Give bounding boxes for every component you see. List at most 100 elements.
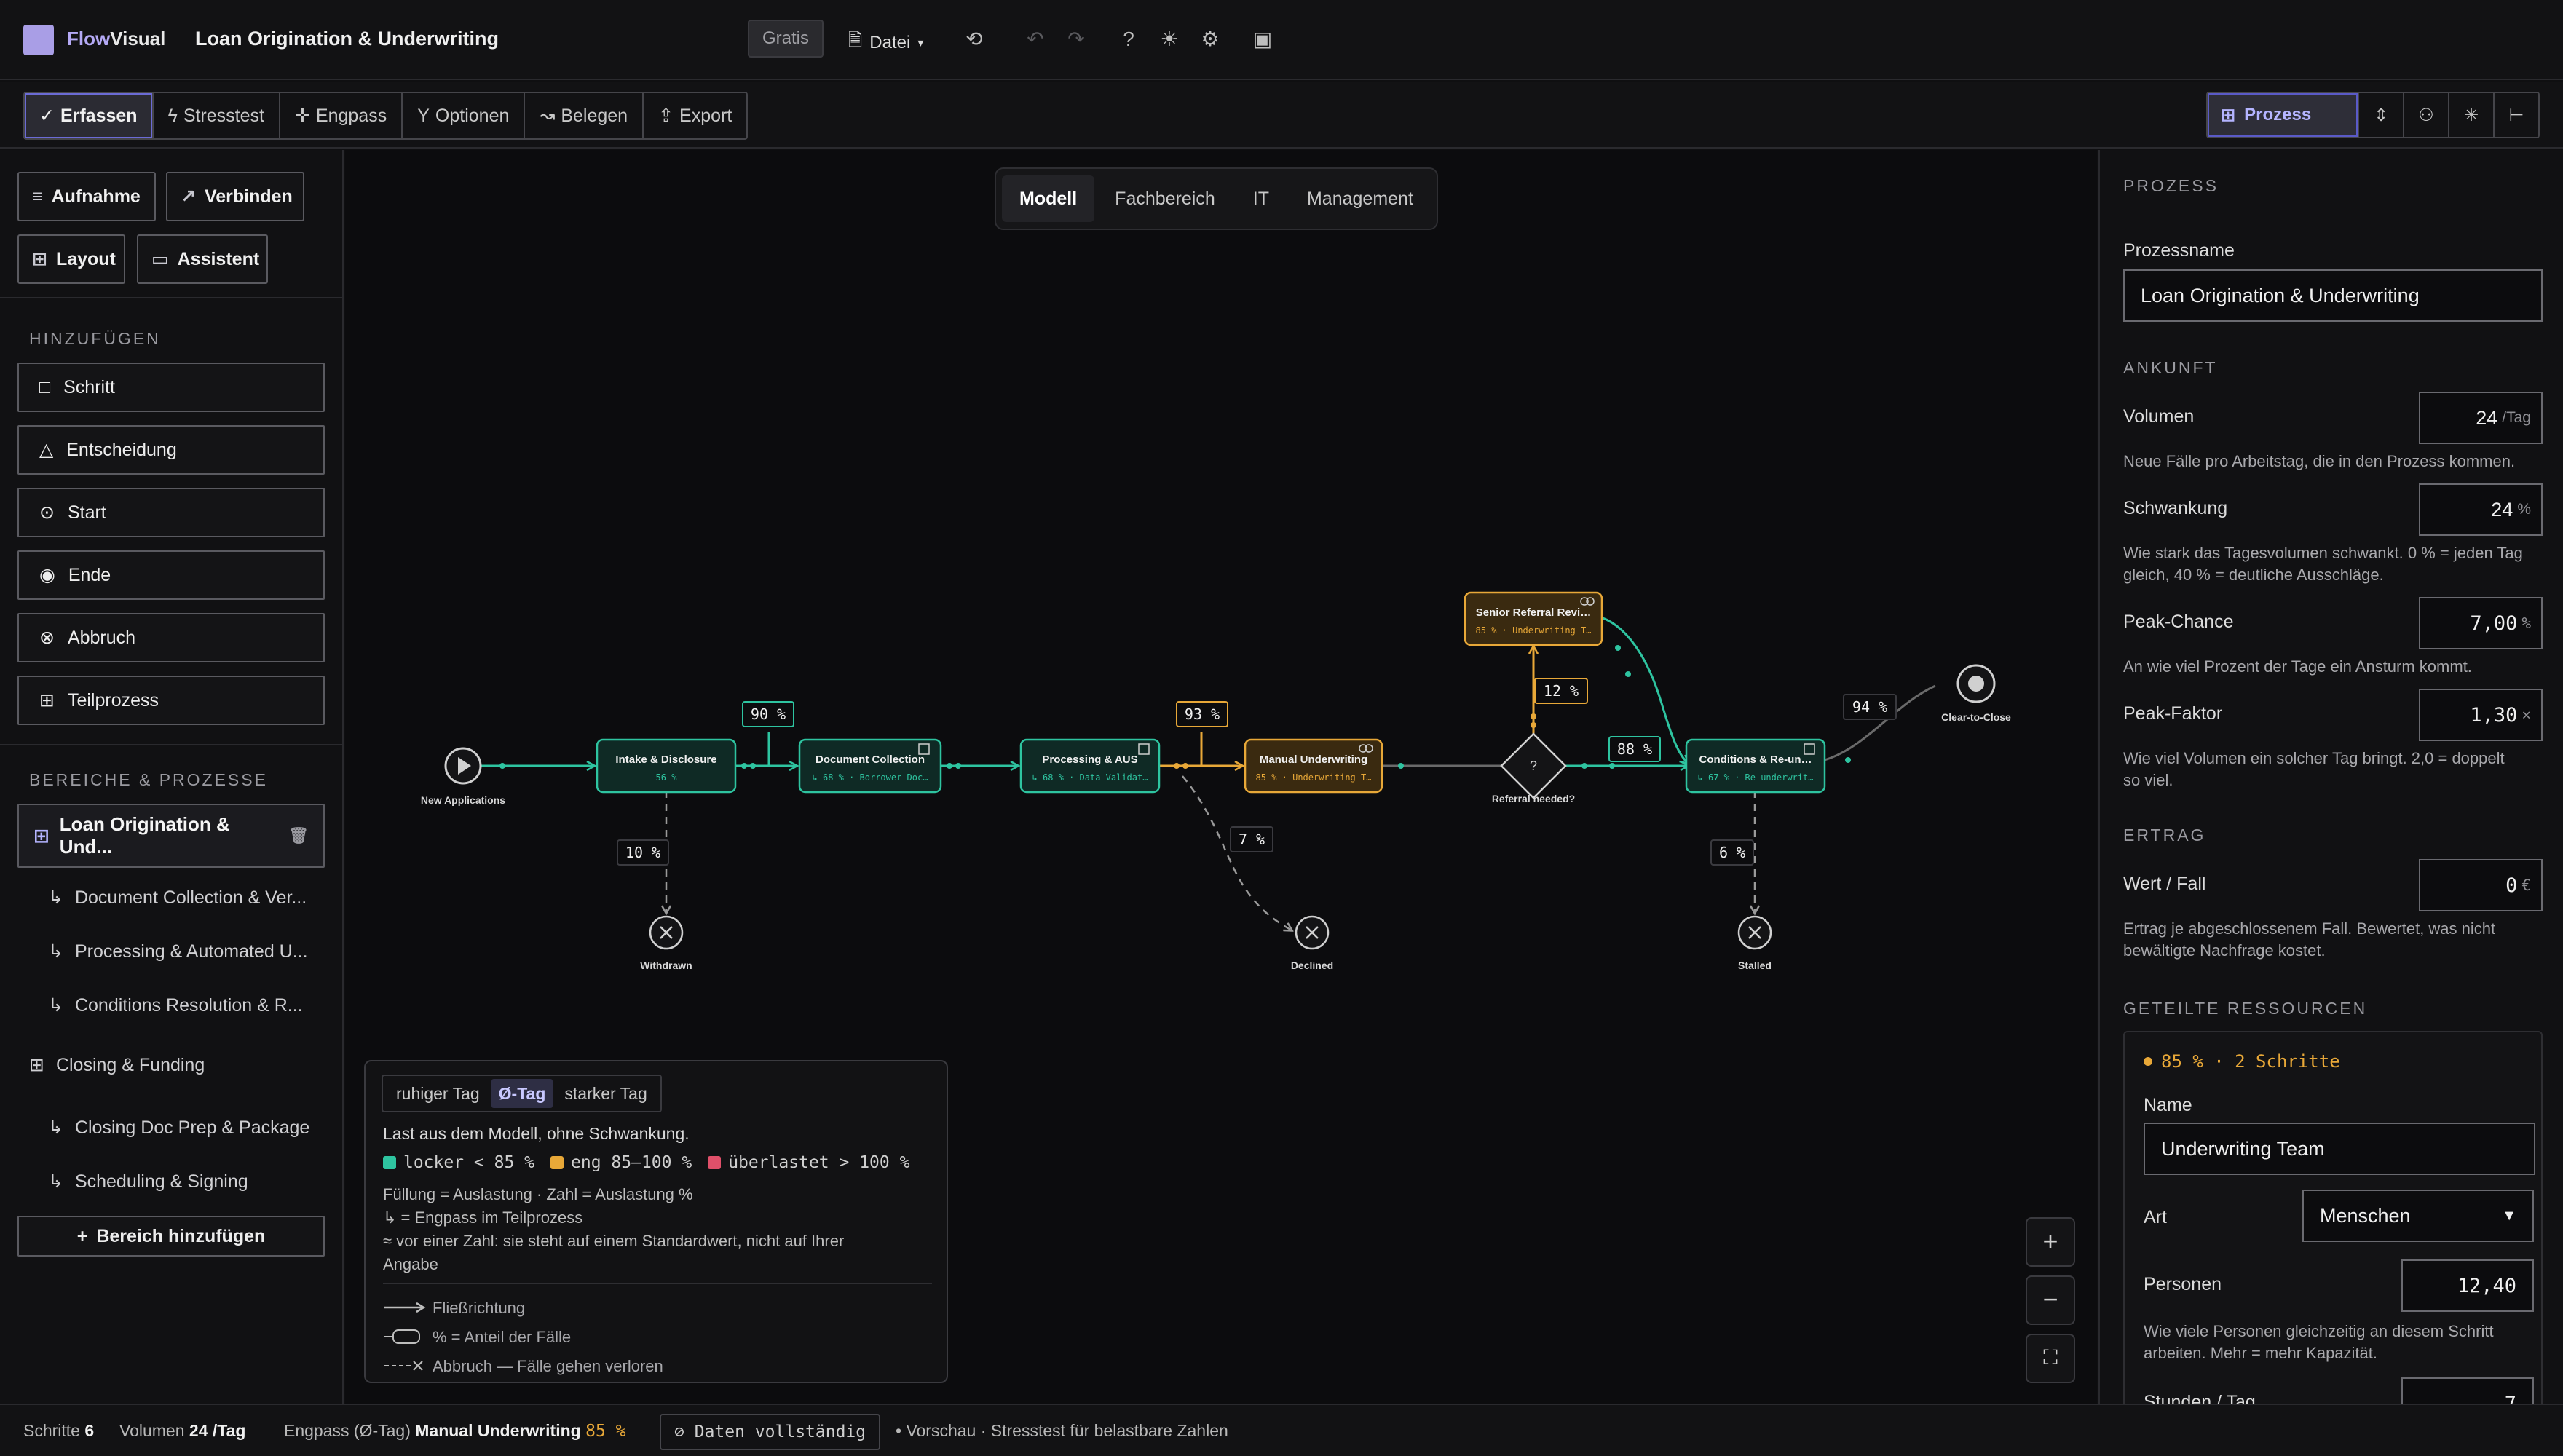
plan-badge[interactable]: Gratis: [748, 20, 824, 58]
aufnahme-button[interactable]: ≡ Aufnahme: [17, 172, 156, 221]
decision-label: Referral needed?: [1492, 793, 1575, 804]
undo-icon[interactable]: ↶: [1021, 25, 1050, 54]
add-label: Schritt: [63, 376, 115, 397]
presentation-icon[interactable]: ▣: [1248, 25, 1277, 54]
mode-belegen-button[interactable]: ↝ Belegen: [525, 93, 644, 138]
plus-icon: +: [76, 1225, 88, 1246]
mode-label: Optionen: [435, 105, 510, 126]
pct-label[interactable]: 88 %: [1608, 736, 1661, 762]
flow-dot: [1398, 763, 1404, 769]
step-processing-aus[interactable]: Processing & AUS ↳ 68 % · Data Validat…: [1019, 738, 1161, 794]
pct-label[interactable]: 7 %: [1230, 826, 1273, 852]
resource-name-input[interactable]: Underwriting Team: [2144, 1123, 2535, 1175]
zoom-out-button[interactable]: −: [2026, 1275, 2075, 1325]
tree-label: Loan Origination & Und...: [59, 813, 230, 858]
add-end-button[interactable]: ◉ Ende: [17, 550, 325, 600]
add-decision-button[interactable]: △ Entscheidung: [17, 425, 325, 475]
check-icon: ✓: [39, 106, 55, 126]
decision-node[interactable]: ? Referral needed?: [1492, 732, 1575, 804]
view-network-button[interactable]: ✳: [2448, 93, 2493, 137]
day-quiet-button[interactable]: ruhiger Tag: [389, 1079, 487, 1108]
end-node[interactable]: Clear-to-Close: [1941, 664, 2011, 723]
add-start-button[interactable]: ⊙ Start: [17, 488, 325, 537]
step-manual-underwriting[interactable]: Manual Underwriting 85 % · Underwriting …: [1244, 738, 1383, 794]
tree-subprocess-item[interactable]: ↳ Processing & Automated U...: [48, 941, 308, 962]
abort-withdrawn-node[interactable]: Withdrawn: [640, 915, 692, 971]
flow-dot: [741, 763, 747, 769]
history-icon[interactable]: ⟲: [960, 25, 989, 54]
add-step-button[interactable]: □ Schritt: [17, 363, 325, 412]
start-node[interactable]: New Applications: [421, 747, 505, 806]
view-team-button[interactable]: ⚇: [2403, 93, 2448, 137]
swing-input[interactable]: 24%: [2419, 483, 2543, 536]
subprocess-icon: ⊞: [39, 690, 55, 711]
redo-icon[interactable]: ↷: [1062, 25, 1091, 54]
resource-hours-input[interactable]: 7: [2401, 1377, 2534, 1404]
help-icon[interactable]: ?: [1114, 25, 1143, 54]
view-process-button[interactable]: ⊞ Prozess: [2208, 93, 2358, 137]
mode-export-button[interactable]: ⇪ Export: [644, 93, 746, 138]
step-senior-referral[interactable]: Senior Referral Revi… 85 % · Underwritin…: [1464, 591, 1603, 646]
tree-area-item[interactable]: ⊞ Closing & Funding: [29, 1054, 205, 1076]
status-bar: Schritte 6 Volumen 24 /Tag Engpass (Ø-Ta…: [0, 1404, 2563, 1456]
resource-people-value: 12,40: [2457, 1274, 2516, 1297]
fit-view-button[interactable]: ⛶: [2026, 1334, 2075, 1383]
settings-gear-icon[interactable]: ⚙: [1196, 25, 1225, 54]
mode-optionen-button[interactable]: Y Optionen: [403, 93, 526, 138]
step-document-collection[interactable]: Document Collection ↳ 68 % · Borrower Do…: [798, 738, 942, 794]
abort-stalled-node[interactable]: Stalled: [1737, 915, 1772, 971]
value-per-case-input[interactable]: 0 €: [2419, 859, 2543, 911]
layout-button[interactable]: ⊞ Layout: [17, 234, 125, 284]
day-busy-button[interactable]: starker Tag: [557, 1079, 654, 1108]
start-label: New Applications: [421, 794, 505, 806]
resource-summary: 85 % · 2 Schritte: [2144, 1051, 2340, 1072]
pct-label[interactable]: 93 %: [1176, 701, 1228, 727]
pct-label[interactable]: 94 %: [1843, 694, 1897, 720]
mode-stresstest-button[interactable]: ϟ Stresstest: [154, 93, 280, 138]
pct-label[interactable]: 90 %: [742, 701, 794, 727]
tree-subprocess-item[interactable]: ↳ Conditions Resolution & R...: [48, 994, 303, 1016]
process-flow-diagram: New Applications Intake & Disclosure 56 …: [421, 591, 2011, 971]
trash-icon[interactable]: 🗑: [288, 826, 309, 845]
add-subprocess-button[interactable]: ⊞ Teilprozess: [17, 676, 325, 725]
shared-resource-card: 85 % · 2 Schritte Name Underwriting Team…: [2123, 1031, 2543, 1404]
tree-subprocess-item[interactable]: ↳ Scheduling & Signing: [48, 1171, 248, 1192]
volume-input[interactable]: 24/Tag: [2419, 392, 2543, 444]
tree-icon: ⊢: [2508, 105, 2524, 125]
add-area-button[interactable]: + Bereich hinzufügen: [17, 1216, 325, 1257]
mode-erfassen-button[interactable]: ✓ Erfassen: [25, 93, 154, 138]
process-name-input[interactable]: Loan Origination & Underwriting: [2123, 269, 2543, 322]
pct-label[interactable]: 10 %: [617, 839, 669, 866]
add-abort-button[interactable]: ⊗ Abbruch: [17, 613, 325, 662]
mode-label: Erfassen: [60, 105, 138, 126]
peak-factor-input[interactable]: 1,30 ×: [2419, 689, 2543, 741]
view-tree-button[interactable]: ⊢: [2493, 93, 2538, 137]
add-label: Teilprozess: [67, 689, 159, 711]
process-name-label: Prozessname: [2123, 240, 2235, 261]
process-name-value: Loan Origination & Underwriting: [2141, 284, 2420, 306]
peak-chance-input[interactable]: 7,00%: [2419, 597, 2543, 649]
day-average-button[interactable]: Ø-Tag: [491, 1079, 553, 1108]
assistent-button[interactable]: ▭ Assistent: [137, 234, 268, 284]
tree-subprocess-item[interactable]: ↳ Closing Doc Prep & Package: [48, 1117, 309, 1139]
tree-selected-process[interactable]: ⊞ Loan Origination & Und... 🗑: [17, 804, 325, 868]
step-conditions[interactable]: Conditions & Re-un… ↳ 67 % · Re-underwri…: [1685, 738, 1826, 794]
resource-people-input[interactable]: 12,40: [2401, 1259, 2534, 1312]
step-intake[interactable]: Intake & Disclosure 56 %: [596, 738, 737, 794]
verbinden-button[interactable]: ↗ Verbinden: [166, 172, 304, 221]
pct-label[interactable]: 12 %: [1534, 678, 1588, 704]
process-canvas[interactable]: Modell Fachbereich IT Management New App…: [345, 150, 2097, 1404]
view-expand-button[interactable]: ⇕: [2358, 93, 2403, 137]
mode-engpass-button[interactable]: ✛ Engpass: [280, 93, 403, 138]
step-title: Senior Referral Revi…: [1476, 606, 1591, 619]
connect-icon: ↗: [181, 186, 196, 207]
file-menu-button[interactable]: 🗎 Datei ▾: [848, 28, 923, 58]
yield-section-label: ERTRAG: [2123, 826, 2206, 844]
data-complete-chip[interactable]: ⊘ Daten vollständig: [660, 1414, 881, 1450]
tree-subprocess-item[interactable]: ↳ Document Collection & Ver...: [48, 887, 307, 909]
abort-declined-node[interactable]: Declined: [1291, 915, 1333, 971]
resource-type-select[interactable]: Menschen ▼: [2302, 1190, 2534, 1242]
zoom-in-button[interactable]: +: [2026, 1217, 2075, 1267]
pct-label[interactable]: 6 %: [1710, 839, 1754, 866]
theme-sun-icon[interactable]: ☀: [1155, 25, 1184, 54]
